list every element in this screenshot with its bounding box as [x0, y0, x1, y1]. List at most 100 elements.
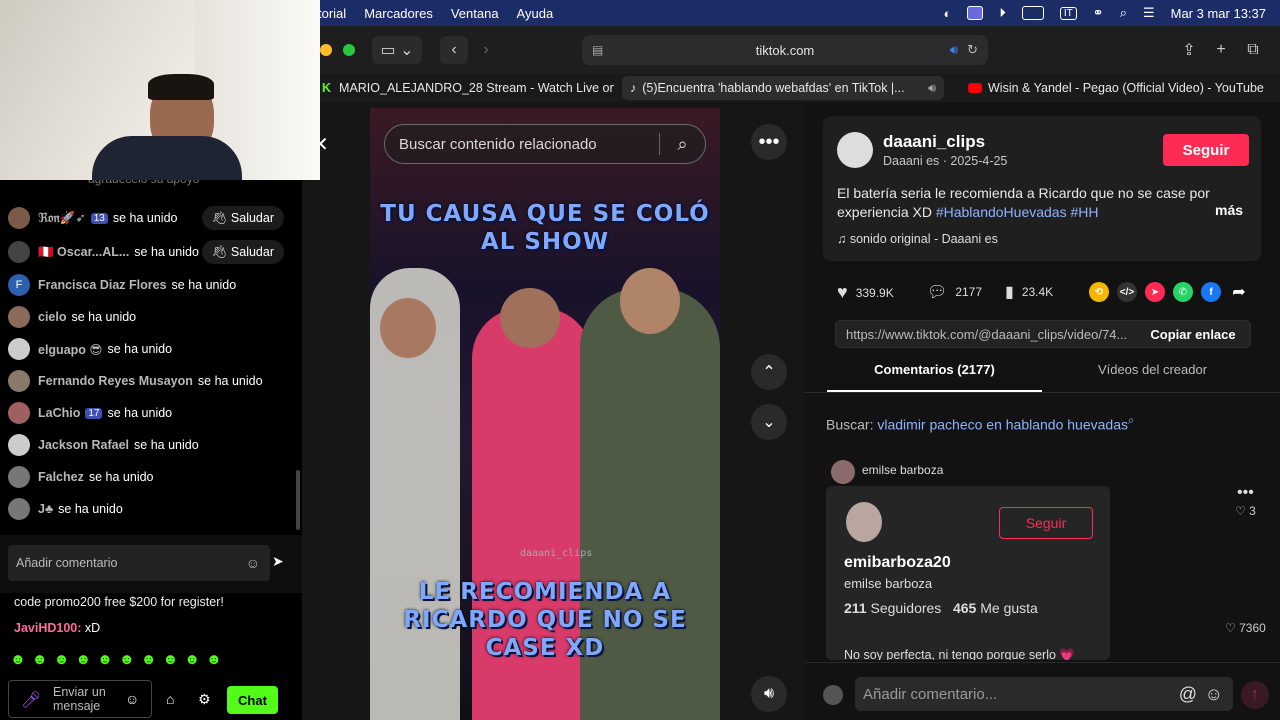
comment-icon: 💬︎: [927, 284, 948, 301]
share-arrow-icon[interactable]: ➦: [1229, 282, 1249, 302]
follow-button[interactable]: Seguir: [1163, 134, 1249, 166]
facebook-icon[interactable]: f: [1201, 282, 1221, 302]
menu-item-tutorial[interactable]: torial: [318, 6, 346, 21]
search-icon[interactable]: ⌕: [659, 133, 705, 155]
chat-event: F Francisca Diaz Flores se ha unido: [8, 273, 236, 297]
next-video-button[interactable]: ⌄: [751, 404, 787, 440]
avatar: [8, 241, 30, 263]
sound-link[interactable]: ♫ sonido original - Daaani es: [837, 232, 998, 246]
comment-author[interactable]: emilse barboza: [862, 463, 943, 477]
scrollbar[interactable]: [296, 470, 300, 530]
previous-video-button[interactable]: ⌃: [751, 354, 787, 390]
popup-avatar[interactable]: [846, 502, 882, 542]
emoji-icon[interactable]: ☺: [125, 691, 139, 707]
like-button[interactable]: ♥ 339.9K: [837, 282, 894, 303]
repost-icon[interactable]: ⟲: [1089, 282, 1109, 302]
search-suggestion[interactable]: Buscar: vladimir pacheco en hablando hue…: [826, 414, 1135, 433]
control-center-icon[interactable]: ☰: [1143, 5, 1155, 21]
subscriber-badge: 17: [85, 407, 103, 419]
address-bar[interactable]: ▤ tiktok.com 🔊︎ ↻: [582, 35, 988, 65]
comment-like[interactable]: ♡ 7360: [1225, 621, 1266, 635]
comment-more-icon[interactable]: •••: [1237, 484, 1254, 502]
video-player[interactable]: TU CAUSA QUE SE COLÓ AL SHOW LE RECOMIEN…: [370, 108, 720, 720]
search-icon[interactable]: ⌕: [1120, 5, 1127, 21]
menu-item-ventana[interactable]: Ventana: [451, 6, 499, 21]
new-tab-button[interactable]: +: [1210, 36, 1232, 64]
wave-icon: 👋︎: [211, 244, 228, 259]
heart-outline-icon: ♡: [1235, 504, 1250, 518]
greet-button[interactable]: 👋︎ Saludar: [201, 240, 284, 264]
gear-icon[interactable]: ⚙: [198, 691, 211, 708]
whatsapp-icon[interactable]: ✆: [1173, 282, 1193, 302]
youtube-icon: [968, 83, 982, 93]
avatar[interactable]: [837, 132, 873, 168]
emote-bar[interactable]: ☻☻☻☻☻☻☻☻☻☻: [10, 651, 228, 668]
post-description: El batería seria le recomienda a Ricardo…: [837, 185, 1210, 220]
related-search-input[interactable]: Buscar contenido relacionado ⌕: [384, 124, 706, 164]
tab-overview-button[interactable]: ⧉: [1242, 36, 1264, 64]
share-button[interactable]: ⇪: [1178, 36, 1200, 64]
forward-button[interactable]: ›: [472, 36, 500, 64]
embed-icon[interactable]: </>: [1117, 282, 1137, 302]
divider: [805, 392, 1280, 393]
send-icon[interactable]: ➤: [272, 553, 284, 570]
tab-youtube[interactable]: Wisin & Yandel - Pegao (Official Video) …: [960, 76, 1280, 100]
send-icon[interactable]: ➤: [1145, 282, 1165, 302]
tab-creator-videos[interactable]: Vídeos del creador: [1045, 362, 1260, 377]
volume-button[interactable]: 🔊︎: [751, 676, 787, 712]
tab-tiktok[interactable]: ♪ (5)Encuentra 'hablando webafdas' en Ti…: [622, 76, 944, 100]
link-icon[interactable]: ⚭: [1093, 5, 1104, 21]
screen-icon[interactable]: [967, 6, 984, 20]
save-button[interactable]: ▮ 23.4K: [1005, 282, 1053, 302]
microphone-icon[interactable]: 🎤︎: [21, 690, 41, 710]
kick-icon: K: [322, 81, 332, 95]
post-comment-button[interactable]: ↑: [1241, 681, 1269, 709]
avatar: [8, 370, 30, 392]
chat-event: ℜ𝔬𝔫🚀➶ 13 se ha unido: [8, 206, 177, 230]
webcam-feed: [0, 0, 320, 180]
chat-event: 🇵🇪 Oscar...AL... se ha unido: [8, 240, 199, 264]
more-link[interactable]: más: [1215, 202, 1243, 218]
comment-like[interactable]: ♡ 3: [1235, 504, 1256, 518]
copy-link-button[interactable]: Copiar enlace: [1136, 321, 1250, 347]
tab-label: (5)Encuentra 'hablando webafdas' en TikT…: [642, 81, 905, 95]
reload-icon[interactable]: ↻: [967, 42, 978, 58]
search-placeholder: Buscar contenido relacionado: [399, 135, 597, 153]
chat-comment-input[interactable]: Añadir comentario ☺: [8, 545, 270, 581]
obs-icon[interactable]: ◐: [944, 6, 952, 21]
minimize-button[interactable]: [320, 44, 332, 56]
comment-input[interactable]: Añadir comentario... @ ☺: [855, 677, 1233, 711]
input-source-icon[interactable]: IT: [1059, 6, 1077, 20]
sidebar-toggle-button[interactable]: ▭ ⌄: [372, 36, 422, 64]
send-message-input[interactable]: 🎤︎ Enviar un mensaje ☺: [8, 680, 152, 718]
avatar: [8, 466, 30, 488]
plus-icon: +: [1216, 41, 1226, 58]
tabs-icon: ⧉: [1247, 41, 1259, 58]
mention-icon[interactable]: @: [1179, 684, 1197, 705]
play-icon[interactable]: ⏵: [999, 5, 1006, 21]
tab-kick-stream[interactable]: K MARIO_ALEJANDRO_28 Stream - Watch Live…: [314, 76, 614, 100]
battery-icon[interactable]: [1021, 6, 1044, 20]
tab-comments[interactable]: Comentarios (2177): [827, 362, 1042, 377]
more-options-button[interactable]: •••: [751, 124, 787, 160]
store-icon[interactable]: ⌂: [166, 691, 174, 707]
post-username[interactable]: daaani_clips: [883, 132, 985, 152]
audio-icon[interactable]: 🔊︎: [928, 81, 936, 96]
popup-follow-button[interactable]: Seguir: [999, 507, 1093, 539]
comment-avatar[interactable]: [831, 460, 855, 484]
back-button[interactable]: ‹: [440, 36, 468, 64]
menu-item-ayuda[interactable]: Ayuda: [517, 6, 554, 21]
emoji-icon[interactable]: ☺: [246, 555, 260, 571]
chat-button[interactable]: Chat: [227, 686, 278, 714]
comment-button[interactable]: 💬︎ 2177: [927, 282, 982, 302]
emoji-icon[interactable]: ☺: [1205, 684, 1223, 705]
clock[interactable]: Mar 3 mar 13:37: [1171, 6, 1266, 21]
audio-icon[interactable]: 🔊︎: [950, 42, 958, 58]
ellipsis-icon: •••: [758, 130, 780, 153]
menu-item-marcadores[interactable]: Marcadores: [364, 6, 433, 21]
hashtags[interactable]: #HablandoHuevadas #HH: [936, 204, 1099, 220]
popup-handle[interactable]: emibarboza20: [844, 554, 951, 572]
zoom-button[interactable]: [343, 44, 355, 56]
greet-button[interactable]: 👋︎ Saludar: [201, 206, 284, 230]
page-menu-icon[interactable]: ▤: [592, 43, 603, 57]
